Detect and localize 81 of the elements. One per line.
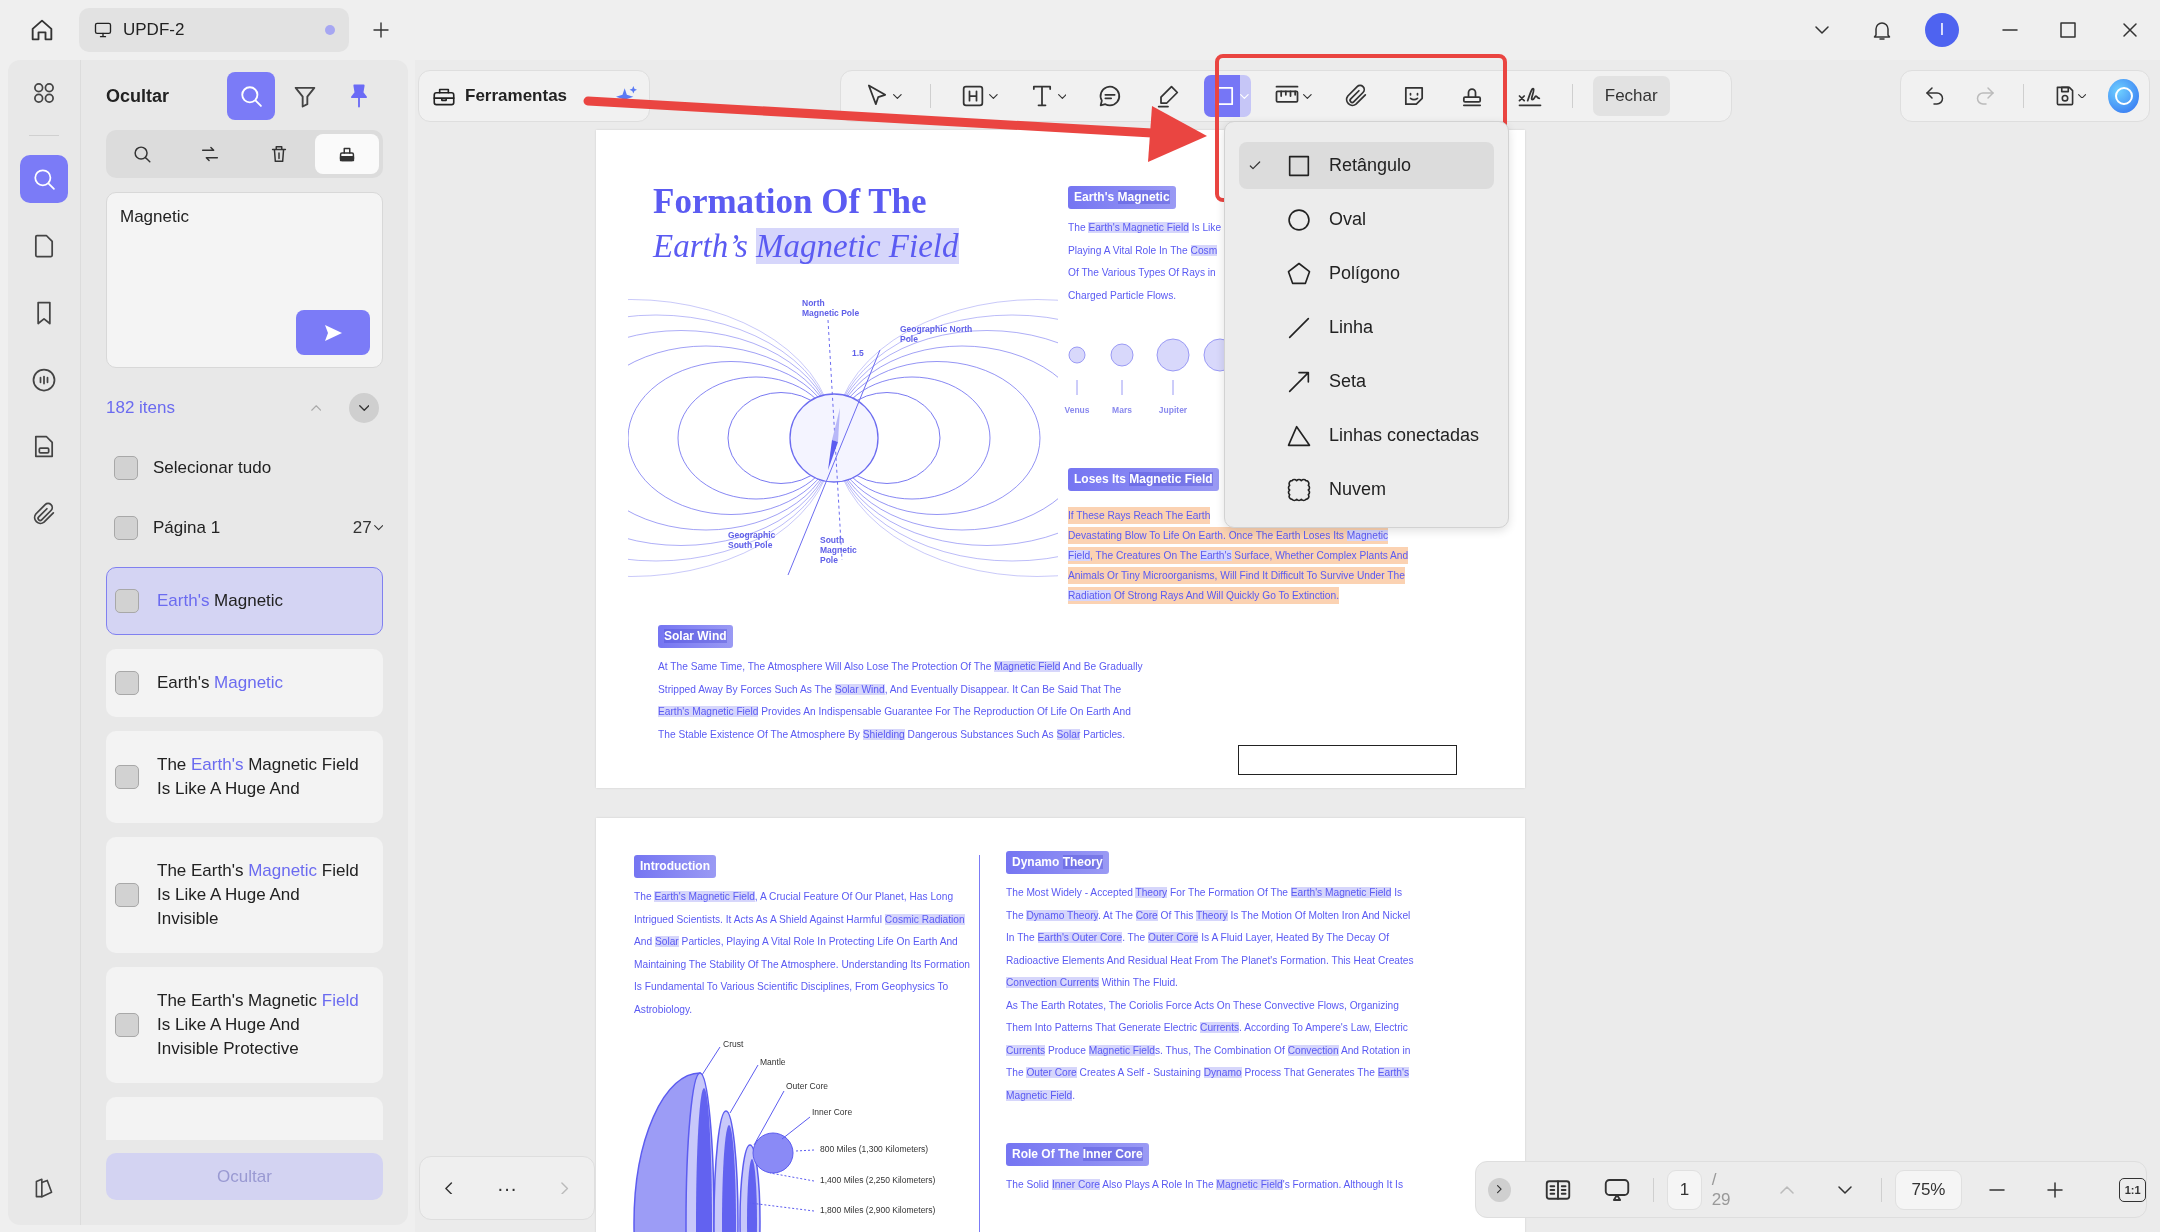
more-button[interactable]: ··· [487,1168,527,1208]
search-mode-button[interactable] [227,72,275,120]
checkbox[interactable] [115,765,139,789]
checkbox[interactable] [115,883,139,907]
panel-title: Ocultar [106,85,171,107]
document-title: Formation Of The [653,181,928,223]
checkbox[interactable] [114,516,138,540]
diagram-label: 1,800 Miles (2,900 Kilometers) [820,1205,936,1215]
planet-label: Jupiter [1157,405,1189,415]
search-result[interactable]: Earth's Magnetic [106,649,383,717]
diagram-label: 1,400 Miles (2,250 Kilometers) [820,1175,936,1185]
checkbox-label: Selecionar tudo [153,458,273,478]
paragraph: The Most Widely - Accepted Theory For The Formation Of The Earth's Magnetic Field Is The Dynamo Theory. At The Core Of This Theory Is The Motion Of Molten Iron And Nickel In The Earth's Outer Core. The Outer Core Is A Fluid Layer, Heated By The Decay Of Radioactive Elements And Residual Heat From The Planet's Formation. This Heat Creates Convection Currents Within The Fluid. [1006,886,1414,990]
paragraph: At The Same Time, The Atmosphere Will Also Lose The Protection Of The Magnetic Field And Be Gradually Stripped Away By Forces Such As The Solar Wind, And Eventually Disappear. It Can Be Said That The Earth's Magnetic Field Provides An Indispensable Guarantee For The Reproduction Of Life On Earth And The Stable Existence Of The Atmosphere By Shielding Dangerous Substances Such As Solar Particles. [658,660,1144,742]
chevron-down-icon [373,525,383,531]
result-count: 182 itens [106,398,176,418]
chevron-down-icon [1837,1185,1852,1194]
chevron-up-icon [310,405,322,411]
section-heading: Role Of The Inner Core [1006,1143,1149,1166]
diagram-label: Inner Core [812,1107,853,1117]
planet-label: Venus [1063,405,1091,415]
chevron-left-icon [445,1181,453,1195]
search-result[interactable]: The Earth's Magnetic Field Is Like A Huge And Invisible [106,837,383,953]
diagram-label: Geographic North Pole [900,324,974,344]
next-result-button[interactable] [349,393,379,423]
chevron-down-icon [358,405,370,411]
caret-icon [2078,93,2087,99]
checkbox[interactable] [114,456,138,480]
send-button[interactable] [296,310,370,355]
chevron-up-icon [1779,1185,1794,1194]
page-number-field[interactable]: 1 [1667,1169,1702,1210]
planet-label: Mars [1111,405,1133,415]
minimize-icon [2002,28,2018,32]
diagram-label: Crust [723,1039,744,1049]
chevron-down-icon [1815,26,1829,34]
search-result[interactable]: Earth's Magnetic [106,567,383,635]
diagram-label: North Magnetic Pole [802,298,861,318]
menu-item[interactable]: Polígono [1239,250,1494,297]
search-result[interactable]: The Earth's Magnetic Field Is Like A Huge And Invisible Protective [106,967,383,1083]
menu-item[interactable]: Linha [1239,304,1494,351]
minus-icon [1988,1187,2005,1192]
chevron-right-icon [561,1181,569,1195]
tools-button[interactable]: Ferramentas [418,70,650,122]
search-result[interactable]: The Earth's Magnetic Field Is Like A Huge And [106,731,383,823]
diagram-label: 800 Miles (1,300 Kilometers) [820,1144,929,1154]
page-group-label: Página 1 [153,518,222,538]
document-subtitle: Earth’s Magnetic Field [653,227,960,266]
close-tools-button[interactable]: Fechar [1592,76,1670,116]
section-heading: Dynamo Theory [1006,851,1109,874]
diagram-label: Outer Core [786,1081,829,1091]
chevron-right-icon [1497,1185,1502,1194]
checkbox[interactable] [115,1013,139,1037]
diagram-label: Geographic South Pole [728,530,777,550]
mode-tab[interactable] [314,134,379,174]
avatar[interactable]: I [1925,13,1959,47]
diagram-label: Mantle [760,1057,786,1067]
assistant-button[interactable] [2108,79,2139,113]
menu-item[interactable]: Seta [1239,358,1494,405]
diagram-label: South Magnetic Pole [820,535,858,565]
menu-item[interactable]: Oval [1239,196,1494,243]
menu-item[interactable]: Retângulo [1239,142,1494,189]
expand-button[interactable] [1488,1177,1511,1202]
section-heading: Introduction [634,855,716,878]
checkbox[interactable] [115,671,139,695]
document-tab[interactable]: UPDF-2 [79,8,349,52]
actual-size-button[interactable]: 1:1 [2119,1177,2147,1202]
page-total: / 29 [1711,1169,1732,1210]
section-heading: Earth's Magnetic [1068,186,1176,209]
zoom-field[interactable]: 75% [1895,1169,1962,1210]
monitor-icon [93,20,113,40]
search-field[interactable]: Magnetic [106,192,383,368]
diagram-label: 1.5 [852,348,865,358]
match-count: 27 [352,518,372,538]
section-heading: Loses Its Magnetic Field [1068,468,1219,491]
section-heading: Solar Wind [658,625,733,648]
paragraph: As The Earth Rotates, The Coriolis Force Acts On These Convective Flows, Organizing Them Into Patterns That Generate Electric Currents. According To Ampere's Law, Electric Currents Produce Magnetic Fields. Thus, The Combination Of Convection And Rotation in The Outer Core Creates A Self - Sustaining Dynamo Process That Generates The Earth's Magnetic Field. [1006,998,1412,1103]
chat-icon [30,366,58,394]
paragraph: The Solid Inner Core Also Plays A Role In The Magnetic Field's Formation. Although It Is [1006,1178,1405,1192]
checkbox[interactable] [115,589,139,613]
paragraph: The Earth's Magnetic Field, A Crucial Feature Of Our Planet, Has Long Intrigued Scientists. It Acts As A Shield Against Harmful Cosmic Radiation And Solar Particles, Playing A Vital Role In Protecting Life On Earth And Maintaining The Stability Of The Atmosphere. Understanding Its Formation Is Fundamental To Various Scientific Disciplines, From Geophysics To Astrobiology. [634,890,971,1017]
menu-item[interactable]: Linhas conectadas [1239,412,1494,459]
